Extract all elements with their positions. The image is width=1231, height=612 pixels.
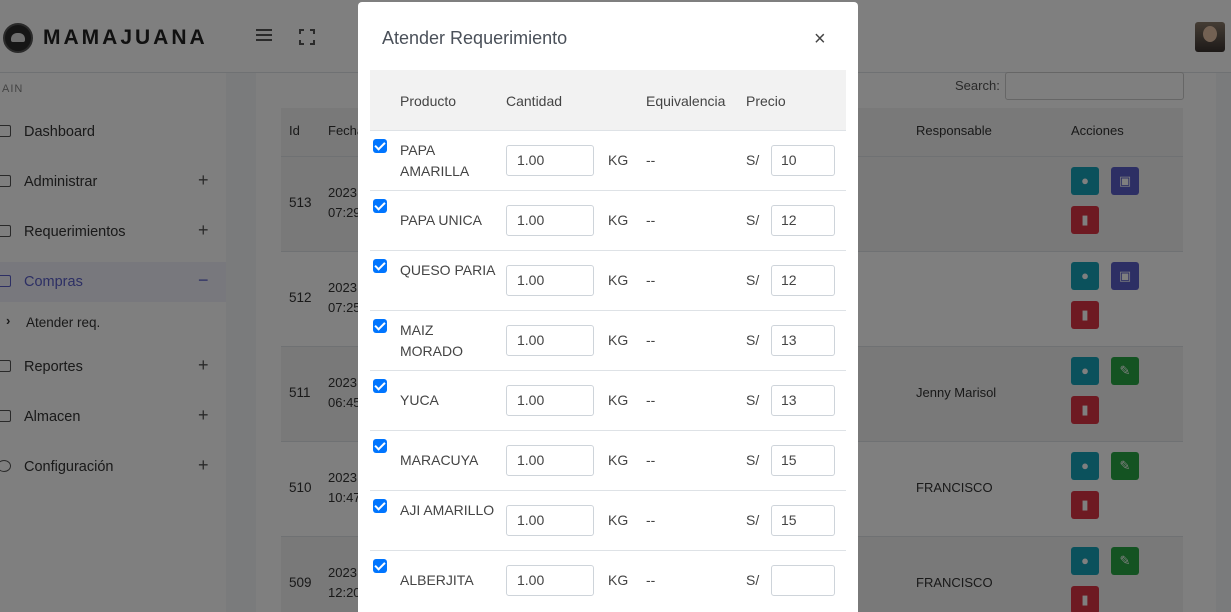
product-row: QUESO PARIA 1.00 KG -- S/ 12 [370, 250, 846, 310]
unit-label: KG [608, 452, 629, 468]
product-row: MAIZ MORADO 1.00 KG -- S/ 13 [370, 310, 846, 370]
product-name: MARACUYA [400, 452, 479, 468]
col-producto: Producto [400, 93, 457, 109]
row-checkbox[interactable] [373, 439, 387, 453]
price-input[interactable]: 10 [771, 145, 835, 176]
product-name: AJI AMARILLO [400, 502, 495, 518]
price-input[interactable]: 12 [771, 205, 835, 236]
quantity-input[interactable]: 1.00 [506, 445, 594, 476]
unit-label: KG [608, 152, 629, 168]
currency-label: S/ [746, 152, 760, 168]
row-checkbox[interactable] [373, 319, 387, 333]
row-checkbox[interactable] [373, 559, 387, 573]
product-row: PAPA UNICA 1.00 KG -- S/ 12 [370, 190, 846, 250]
unit-label: KG [608, 512, 629, 528]
equivalence-value: -- [646, 452, 656, 468]
quantity-input[interactable]: 1.00 [506, 145, 594, 176]
product-name: PAPA AMARILLA [400, 142, 470, 179]
quantity-input[interactable]: 1.00 [506, 505, 594, 536]
currency-label: S/ [746, 392, 760, 408]
product-name: QUESO PARIA [400, 262, 496, 278]
equivalence-value: -- [646, 392, 656, 408]
equivalence-value: -- [646, 572, 656, 588]
product-name: YUCA [400, 392, 439, 408]
price-input[interactable]: 15 [771, 445, 835, 476]
product-name: ALBERJITA [400, 572, 474, 588]
quantity-input[interactable]: 1.00 [506, 385, 594, 416]
col-equivalencia: Equivalencia [646, 93, 726, 109]
price-input[interactable]: 15 [771, 505, 835, 536]
row-checkbox[interactable] [373, 199, 387, 213]
unit-label: KG [608, 272, 629, 288]
quantity-input[interactable]: 1.00 [506, 205, 594, 236]
quantity-input[interactable]: 1.00 [506, 565, 594, 596]
product-row: YUCA 1.00 KG -- S/ 13 [370, 370, 846, 430]
row-checkbox[interactable] [373, 379, 387, 393]
price-input[interactable]: 12 [771, 265, 835, 296]
unit-label: KG [608, 332, 629, 348]
row-checkbox[interactable] [373, 139, 387, 153]
equivalence-value: -- [646, 512, 656, 528]
currency-label: S/ [746, 512, 760, 528]
currency-label: S/ [746, 332, 760, 348]
close-icon[interactable]: × [814, 28, 826, 51]
unit-label: KG [608, 212, 629, 228]
product-name: MAIZ MORADO [400, 322, 463, 359]
product-name: PAPA UNICA [400, 212, 482, 228]
quantity-input[interactable]: 1.00 [506, 265, 594, 296]
unit-label: KG [608, 572, 629, 588]
product-row: AJI AMARILLO 1.00 KG -- S/ 15 [370, 490, 846, 550]
currency-label: S/ [746, 452, 760, 468]
equivalence-value: -- [646, 332, 656, 348]
col-precio: Precio [746, 93, 786, 109]
col-cantidad: Cantidad [506, 93, 563, 109]
currency-label: S/ [746, 212, 760, 228]
equivalence-value: -- [646, 272, 656, 288]
product-row: ALBERJITA 1.00 KG -- S/ [370, 550, 846, 610]
quantity-input[interactable]: 1.00 [506, 325, 594, 356]
row-checkbox[interactable] [373, 499, 387, 513]
price-input[interactable]: 13 [771, 325, 835, 356]
price-input[interactable] [771, 565, 835, 596]
modal-table-header: Producto Cantidad Equivalencia Precio [370, 70, 846, 130]
currency-label: S/ [746, 272, 760, 288]
price-input[interactable]: 13 [771, 385, 835, 416]
row-checkbox[interactable] [373, 259, 387, 273]
currency-label: S/ [746, 572, 760, 588]
equivalence-value: -- [646, 152, 656, 168]
product-row: MARACUYA 1.00 KG -- S/ 15 [370, 430, 846, 490]
modal-title: Atender Requerimiento [382, 28, 568, 48]
atender-requerimiento-modal: Atender Requerimiento × Producto Cantida… [358, 2, 858, 612]
equivalence-value: -- [646, 212, 656, 228]
unit-label: KG [608, 392, 629, 408]
product-row: PAPA AMARILLA 1.00 KG -- S/ 10 [370, 130, 846, 190]
